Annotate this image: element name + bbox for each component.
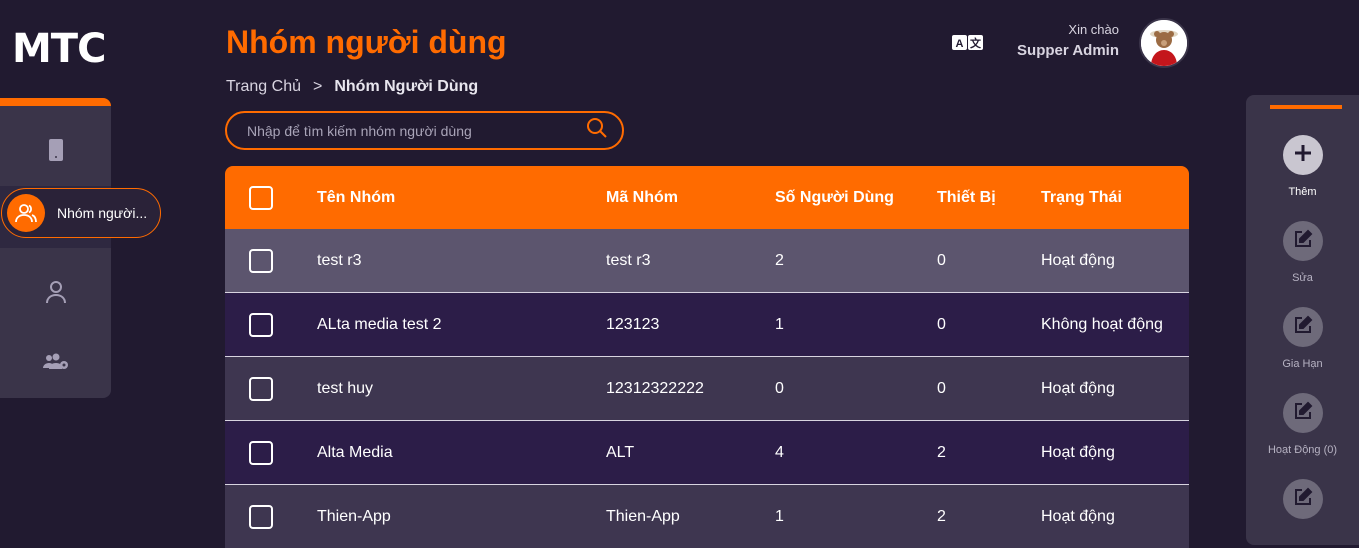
activate-label: Hoạt Động (0) bbox=[1267, 444, 1338, 456]
cell-name: Thien-App bbox=[317, 508, 391, 525]
cell-name: test r3 bbox=[317, 251, 362, 269]
renew-label: Gia Hạn bbox=[1282, 358, 1323, 370]
select-all-checkbox[interactable] bbox=[249, 185, 273, 210]
cell-status: Hoạt động bbox=[1041, 443, 1115, 461]
cell-status: Hoạt động bbox=[1041, 508, 1115, 525]
table-row[interactable]: Thien-App Thien-App 1 2 Hoạt động bbox=[225, 485, 1189, 548]
cell-devices: 0 bbox=[937, 379, 946, 397]
user-name: Supper Admin bbox=[1017, 42, 1119, 59]
row-checkbox[interactable] bbox=[249, 505, 273, 529]
users-settings-icon[interactable] bbox=[42, 348, 70, 376]
edit-action[interactable]: Sửa bbox=[1246, 221, 1359, 284]
cell-devices: 2 bbox=[937, 508, 946, 525]
cell-name: test huy bbox=[317, 379, 374, 397]
activate-button[interactable] bbox=[1282, 393, 1323, 433]
edit-button[interactable] bbox=[1282, 221, 1323, 261]
table-header: Tên Nhóm Mã Nhóm Số Người Dùng Thiết Bị … bbox=[225, 166, 1189, 229]
breadcrumb-separator: > bbox=[313, 78, 323, 95]
cell-user-count: 4 bbox=[775, 443, 784, 461]
edit-icon bbox=[1293, 315, 1313, 340]
table-row[interactable]: test huy 12312322222 0 0 Hoạt động bbox=[225, 357, 1189, 421]
row-checkbox[interactable] bbox=[249, 312, 273, 337]
edit-icon bbox=[1293, 401, 1313, 426]
action-panel-accent bbox=[1270, 105, 1342, 109]
cell-user-count: 1 bbox=[775, 315, 784, 333]
user-icon[interactable] bbox=[42, 278, 70, 306]
add-button[interactable] bbox=[1282, 135, 1323, 175]
table-row[interactable]: test r3 test r3 2 0 Hoạt động bbox=[225, 229, 1189, 293]
cell-name: Alta Media bbox=[317, 443, 393, 461]
cell-status: Hoạt động bbox=[1041, 251, 1115, 269]
search-box bbox=[225, 111, 624, 150]
add-action[interactable]: Thêm bbox=[1246, 135, 1359, 198]
table-row[interactable]: Alta Media ALT 4 2 Hoạt động bbox=[225, 421, 1189, 485]
cell-code: ALT bbox=[606, 443, 635, 461]
action-panel: Thêm Sửa Gia Hạn Hoạt Động (0) bbox=[1246, 95, 1359, 545]
column-header-status[interactable]: Trạng Thái bbox=[1041, 189, 1189, 207]
cell-user-count: 2 bbox=[775, 251, 784, 269]
activate-action[interactable]: Hoạt Động (0) bbox=[1246, 393, 1359, 456]
page-title: Nhóm người dùng bbox=[226, 24, 507, 60]
cell-status: Không hoạt động bbox=[1041, 315, 1163, 333]
cell-code: test r3 bbox=[606, 251, 651, 269]
search-input[interactable] bbox=[247, 122, 586, 139]
column-header-code[interactable]: Mã Nhóm bbox=[606, 189, 775, 207]
row-checkbox[interactable] bbox=[249, 376, 273, 401]
cell-code: 12312322222 bbox=[606, 379, 704, 397]
row-checkbox[interactable] bbox=[249, 440, 273, 465]
cell-devices: 2 bbox=[937, 443, 946, 461]
renew-button[interactable] bbox=[1282, 307, 1323, 347]
table-row[interactable]: ALta media test 2 123123 1 0 Không hoạt … bbox=[225, 293, 1189, 357]
cell-devices: 0 bbox=[937, 315, 946, 333]
svg-text:文: 文 bbox=[970, 36, 982, 50]
cell-code: 123123 bbox=[606, 315, 660, 333]
breadcrumb-current: Nhóm Người Dùng bbox=[334, 78, 479, 95]
cell-user-count: 0 bbox=[775, 379, 784, 397]
edit-icon bbox=[1293, 487, 1313, 512]
greeting-text: Xin chào bbox=[1068, 22, 1119, 37]
plus-icon bbox=[1294, 144, 1312, 167]
column-header-user-count[interactable]: Số Người Dùng bbox=[775, 189, 937, 207]
edit-label: Sửa bbox=[1292, 272, 1313, 284]
add-label: Thêm bbox=[1288, 186, 1317, 198]
sidebar-item-label: Nhóm người... bbox=[57, 205, 148, 221]
user-groups-table: Tên Nhóm Mã Nhóm Số Người Dùng Thiết Bị … bbox=[225, 166, 1189, 548]
sidebar-item-user-groups[interactable]: Nhóm người... bbox=[1, 188, 161, 238]
cell-devices: 0 bbox=[937, 251, 946, 269]
more-action[interactable] bbox=[1246, 479, 1359, 519]
more-button[interactable] bbox=[1282, 479, 1323, 519]
svg-text:A: A bbox=[956, 38, 964, 50]
breadcrumb-home[interactable]: Trang Chủ bbox=[226, 78, 301, 96]
renew-action[interactable]: Gia Hạn bbox=[1246, 307, 1359, 370]
app-logo: MTC bbox=[12, 26, 106, 72]
sidebar bbox=[0, 98, 111, 398]
avatar[interactable] bbox=[1139, 18, 1189, 68]
column-header-devices[interactable]: Thiết Bị bbox=[937, 189, 1041, 207]
cell-status: Hoạt động bbox=[1041, 379, 1115, 397]
cell-user-count: 1 bbox=[775, 508, 784, 525]
cell-name: ALta media test 2 bbox=[317, 315, 442, 333]
breadcrumb: Trang Chủ > Nhóm Người Dùng bbox=[226, 78, 478, 96]
search-icon[interactable] bbox=[586, 117, 608, 144]
user-greeting: Xin chào Supper Admin bbox=[1017, 22, 1119, 59]
column-header-name[interactable]: Tên Nhóm bbox=[317, 189, 606, 207]
edit-icon bbox=[1293, 229, 1313, 254]
user-group-icon bbox=[7, 194, 45, 232]
translate-icon[interactable]: A 文 bbox=[952, 34, 984, 52]
device-icon[interactable] bbox=[42, 136, 70, 164]
cell-code: Thien-App bbox=[606, 508, 680, 525]
row-checkbox[interactable] bbox=[249, 248, 273, 273]
